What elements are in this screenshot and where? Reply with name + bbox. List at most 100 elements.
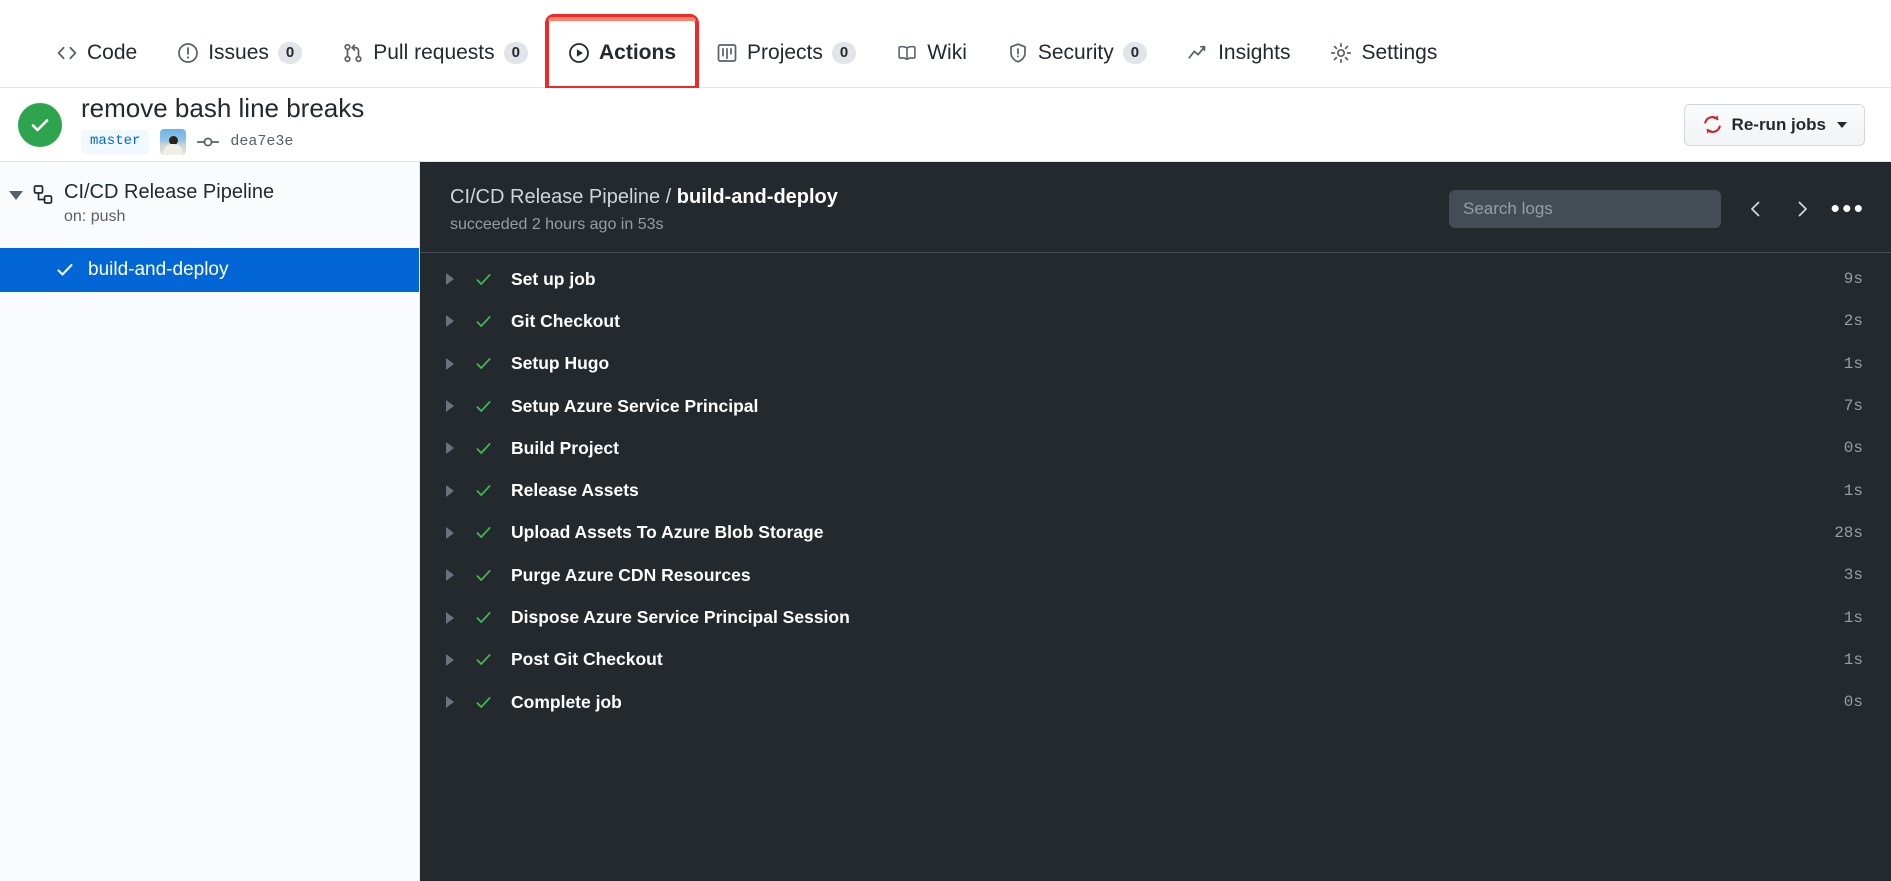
step-name: Purge Azure CDN Resources [511,565,1844,586]
repo-tab-label: Settings [1361,41,1437,65]
step-row[interactable]: Setup Hugo1s [420,343,1891,385]
triangle-right-icon[interactable] [446,358,454,370]
repo-tab-security[interactable]: Security 0 [987,17,1167,87]
repo-tab-label: Security [1038,41,1114,65]
check-icon [474,608,493,627]
repo-tab-pull-requests[interactable]: Pull requests0 [322,17,548,87]
step-duration: 0s [1844,693,1863,711]
breadcrumb: CI/CD Release Pipeline / build-and-deplo… [450,184,1449,210]
book-icon [896,42,918,64]
check-icon [474,354,493,373]
logs-header-texts: CI/CD Release Pipeline / build-and-deplo… [450,184,1449,234]
step-row[interactable]: Complete job0s [420,681,1891,723]
code-icon [56,42,78,64]
triangle-right-icon[interactable] [446,315,454,327]
step-row[interactable]: Upload Assets To Azure Blob Storage28s [420,512,1891,554]
next-match-button[interactable] [1783,190,1821,228]
chevron-left-icon [1746,199,1766,219]
pull-request-icon [342,42,364,64]
sidebar-job-label: build-and-deploy [88,259,229,281]
kebab-horizontal-icon: ••• [1831,201,1866,217]
re-run-jobs-label: Re-run jobs [1732,115,1826,135]
step-name: Upload Assets To Azure Blob Storage [511,522,1834,543]
repo-tab-code[interactable]: Code [36,17,157,87]
step-name: Set up job [511,269,1844,290]
step-name: Complete job [511,692,1844,713]
repo-tab-label: Code [87,41,137,65]
job-status-line: succeeded 2 hours ago in 53s [450,216,1449,234]
chevron-right-icon [1792,199,1812,219]
step-row[interactable]: Post Git Checkout1s [420,639,1891,681]
triangle-right-icon[interactable] [446,612,454,624]
repo-tab-projects[interactable]: Projects 0 [696,17,876,87]
triangle-down-icon[interactable] [9,191,23,200]
repo-tab-counter: 0 [832,42,856,64]
logs-options-button[interactable]: ••• [1829,190,1867,228]
breadcrumb-workflow[interactable]: CI/CD Release Pipeline [450,186,660,208]
logs-header: CI/CD Release Pipeline / build-and-deplo… [420,162,1891,253]
project-icon [716,42,738,64]
step-row[interactable]: Set up job9s [420,258,1891,300]
step-name: Dispose Azure Service Principal Session [511,607,1844,628]
triangle-right-icon[interactable] [446,527,454,539]
step-name: Setup Azure Service Principal [511,396,1844,417]
repo-tab-label: Insights [1218,41,1290,65]
step-row[interactable]: Purge Azure CDN Resources3s [420,554,1891,596]
repo-tab-issues[interactable]: Issues 0 [157,17,322,87]
workflow-name: CI/CD Release Pipeline [64,179,419,205]
step-name: Post Git Checkout [511,649,1844,670]
step-row[interactable]: Setup Azure Service Principal7s [420,385,1891,427]
repo-tab-wiki[interactable]: Wiki [876,17,987,87]
graph-icon [1187,42,1209,64]
check-icon [474,439,493,458]
workflow-texts: CI/CD Release Pipeline on: push [64,179,419,226]
repo-tab-label: Issues [208,41,269,65]
step-duration: 7s [1844,397,1863,415]
triangle-right-icon[interactable] [446,273,454,285]
step-name: Release Assets [511,480,1844,501]
check-icon [474,523,493,542]
check-icon [474,650,493,669]
step-duration: 3s [1844,566,1863,584]
step-duration: 9s [1844,270,1863,288]
sidebar-job-build-and-deploy[interactable]: build-and-deploy [0,248,419,292]
gear-icon [1330,42,1352,64]
triangle-right-icon[interactable] [446,485,454,497]
repo-tab-counter: 0 [1123,42,1147,64]
re-run-jobs-button[interactable]: Re-run jobs [1684,104,1865,146]
step-row[interactable]: Release Assets1s [420,469,1891,511]
repo-tab-settings[interactable]: Settings [1310,17,1457,87]
run-status-check-circle-icon [18,103,62,147]
workflow-row[interactable]: CI/CD Release Pipeline on: push [0,179,419,226]
search-logs-input[interactable] [1449,190,1721,228]
shield-icon [1007,42,1029,64]
triangle-right-icon[interactable] [446,654,454,666]
repo-tab-actions[interactable]: Actions [548,17,696,87]
triangle-right-icon[interactable] [446,400,454,412]
repo-tab-label: Wiki [927,41,967,65]
step-duration: 1s [1844,609,1863,627]
breadcrumb-job: build-and-deploy [677,186,838,208]
repo-tab-label: Projects [747,41,823,65]
jobs-sidebar: CI/CD Release Pipeline on: push build-an… [0,162,420,881]
avatar[interactable] [160,129,186,155]
triangle-right-icon[interactable] [446,696,454,708]
repo-tab-insights[interactable]: Insights [1167,17,1310,87]
workflow-icon [32,184,54,206]
step-row[interactable]: Build Project0s [420,427,1891,469]
run-subline: master dea7e3e [81,129,1684,155]
check-icon [474,397,493,416]
step-row[interactable]: Dispose Azure Service Principal Session1… [420,596,1891,638]
step-name: Setup Hugo [511,353,1844,374]
logs-panel: CI/CD Release Pipeline / build-and-deplo… [420,162,1891,881]
triangle-right-icon[interactable] [446,569,454,581]
step-row[interactable]: Git Checkout2s [420,300,1891,342]
run-meta: remove bash line breaks master dea7e3e [81,94,1684,155]
commit-icon [197,134,219,150]
repo-tab-counter: 0 [278,42,302,64]
previous-match-button[interactable] [1737,190,1775,228]
commit-sha[interactable]: dea7e3e [230,133,293,150]
branch-badge[interactable]: master [81,130,149,153]
triangle-right-icon[interactable] [446,442,454,454]
step-name: Build Project [511,438,1844,459]
